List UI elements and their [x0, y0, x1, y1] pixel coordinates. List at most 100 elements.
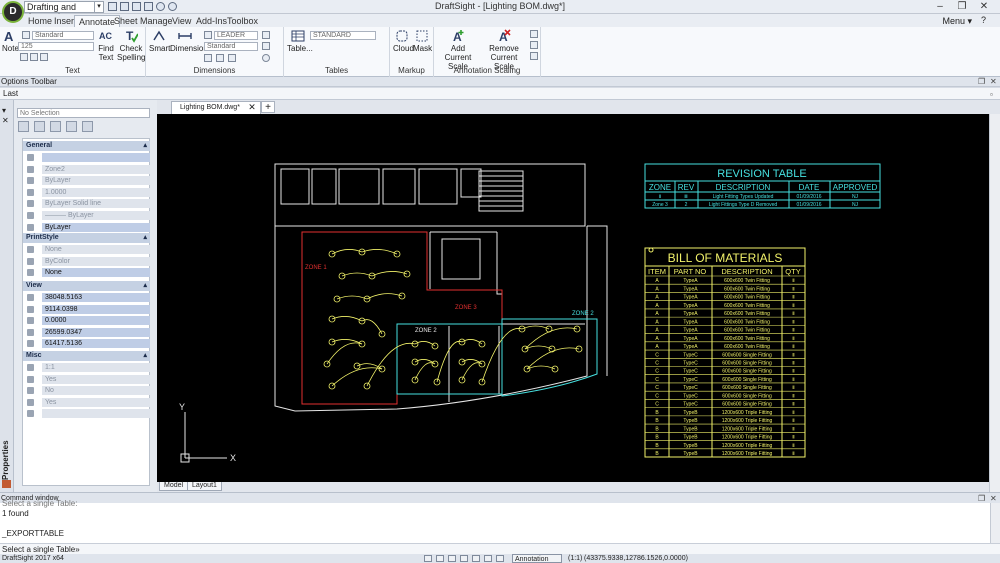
property-row[interactable]: 61417.5136	[23, 338, 150, 349]
selection-combo[interactable]: No Selection	[17, 108, 150, 118]
leader-icon[interactable]	[262, 31, 270, 39]
ribbon: A Note Standard 125 AC Find Text T Check…	[0, 27, 1000, 77]
property-row[interactable]: 26599.0347	[23, 327, 150, 338]
tab-toolbox[interactable]: Toolbox	[223, 15, 262, 27]
find-text-button[interactable]: AC Find Text	[96, 29, 116, 62]
esnap-icon[interactable]	[472, 555, 480, 562]
remove-current-scale-button[interactable]: A Remove Current Scale	[478, 29, 530, 71]
vertical-scrollbar[interactable]	[989, 114, 1000, 492]
section-general[interactable]: General ▴	[23, 141, 150, 151]
tab-layout1[interactable]: Layout1	[187, 482, 222, 491]
dimension-button[interactable]: Dimension	[170, 29, 208, 53]
property-row[interactable]: No	[23, 385, 150, 396]
filter-icon[interactable]	[66, 121, 77, 132]
ortho-icon[interactable]	[448, 555, 456, 562]
bold-icon[interactable]	[20, 53, 28, 61]
section-view[interactable]: View ▴	[23, 281, 150, 291]
property-row[interactable]: None	[23, 244, 150, 255]
property-row[interactable]: ——— ByLayer	[23, 210, 150, 221]
new-tab-icon[interactable]: +	[261, 101, 275, 113]
property-row[interactable]: ByLayer	[23, 175, 150, 186]
smart-dimension-button[interactable]: Smart	[149, 29, 170, 53]
help-icon[interactable]: ?	[981, 15, 986, 25]
toggle-pickadd-icon[interactable]	[18, 121, 29, 132]
bom-table[interactable]: BILL OF MATERIALS ITEM PART NO DESCRIPTI…	[644, 247, 806, 458]
property-row[interactable]: 38048.5163	[23, 292, 150, 303]
tab-model[interactable]: Model	[159, 482, 189, 491]
pin-icon[interactable]: ▾	[2, 106, 6, 115]
text-style-combo[interactable]: Standard	[32, 31, 94, 40]
property-row[interactable]: 0.0000	[23, 315, 150, 326]
quick-select-icon[interactable]	[50, 121, 61, 132]
property-row[interactable]: ByLayer Solid line	[23, 198, 150, 209]
scale-visibility-icon[interactable]	[530, 52, 538, 60]
command-prompt[interactable]: Select a single Table»	[0, 543, 1000, 554]
info-icon[interactable]	[82, 121, 93, 132]
mask-button[interactable]: Mask	[413, 29, 433, 53]
palette-close-icon[interactable]: ✕	[2, 116, 9, 125]
property-row[interactable]: ByLayer	[23, 222, 150, 233]
section-printstyle[interactable]: PrintStyle ▴	[23, 233, 150, 243]
minimize-icon[interactable]: –	[930, 0, 950, 13]
italic-icon[interactable]	[30, 53, 38, 61]
etrack-icon[interactable]	[484, 555, 492, 562]
close-options-icon[interactable]: ✕	[990, 77, 997, 87]
collapse-icon[interactable]: ▴	[143, 141, 147, 151]
table-grip-icon[interactable]	[648, 247, 654, 253]
select-objects-icon[interactable]	[34, 121, 45, 132]
property-row[interactable]: Yes	[23, 397, 150, 408]
property-row[interactable]: None	[23, 267, 150, 278]
center-mark-icon[interactable]	[204, 54, 212, 62]
continue-icon[interactable]	[228, 54, 236, 62]
revision-cell: Light Fitting Types Updated	[713, 194, 774, 200]
property-row[interactable]: 9114.0398	[23, 304, 150, 315]
annotation-dropdown[interactable]: Annotation	[512, 554, 562, 563]
polar-icon[interactable]	[460, 555, 468, 562]
scale-list-icon[interactable]	[530, 30, 538, 38]
center-icon[interactable]	[262, 54, 270, 62]
dimension-style-combo[interactable]: Standard	[204, 42, 258, 51]
note-button[interactable]: A Note	[2, 29, 19, 53]
menu-button[interactable]: Menu ▾	[942, 16, 972, 27]
revision-table[interactable]: REVISION TABLE ZONE REV DESCRIPTION DATE…	[644, 163, 881, 209]
leader-style-combo[interactable]: LEADER	[214, 31, 258, 40]
restore-icon[interactable]: ❐	[978, 77, 985, 87]
mask-label: Mask	[413, 44, 433, 53]
table-style-combo[interactable]: STANDARD	[310, 31, 376, 40]
property-row[interactable]: 1.0000	[23, 187, 150, 198]
property-row[interactable]	[23, 408, 150, 419]
property-row[interactable]	[23, 152, 150, 163]
ribbon-group-text: A Note Standard 125 AC Find Text T Check…	[0, 27, 146, 77]
property-row[interactable]: Zone2	[23, 164, 150, 175]
sync-scale-icon[interactable]	[530, 41, 538, 49]
text-group-label: Text	[65, 66, 80, 75]
check-spelling-button[interactable]: T Check Spelling	[117, 29, 145, 62]
baseline-icon[interactable]	[216, 54, 224, 62]
snap-icon[interactable]	[424, 555, 432, 562]
add-current-scale-button[interactable]: A Add Current Scale	[438, 29, 478, 71]
drawing-canvas[interactable]: ZONE 1 ZONE 2 ZONE 3 ZONE 2 Y X REVISION…	[157, 114, 989, 482]
cloud-button[interactable]: Cloud	[393, 29, 414, 53]
grid-icon[interactable]	[436, 555, 444, 562]
property-row[interactable]: ByColor	[23, 256, 150, 267]
collapse-icon[interactable]: ▴	[143, 233, 147, 243]
bom-cell: 600x600 Twin Fitting	[724, 286, 770, 292]
section-misc[interactable]: Misc ▴	[23, 351, 150, 361]
app-logo-icon[interactable]: D	[2, 1, 24, 23]
lineweight-icon[interactable]	[496, 555, 504, 562]
text-height-combo[interactable]: 125	[18, 42, 94, 51]
collapse-icon[interactable]: ▴	[143, 351, 147, 361]
command-history[interactable]: Select a single Table: 1 found _EXPORTTA…	[0, 499, 990, 543]
property-row[interactable]: 1:1	[23, 362, 150, 373]
tab-close-icon[interactable]: ✕	[245, 101, 259, 113]
bom-cell: Ⅱ	[792, 295, 794, 301]
command-scrollbar[interactable]	[990, 503, 1000, 543]
close-icon[interactable]: ✕	[974, 0, 994, 13]
maximize-icon[interactable]: ❐	[952, 0, 972, 13]
collapse-icon[interactable]: ▴	[143, 281, 147, 291]
table-button[interactable]: Table...	[287, 29, 313, 53]
underline-icon[interactable]	[40, 53, 48, 61]
tolerance-icon[interactable]	[262, 42, 270, 50]
properties-tab-label[interactable]: Properties	[1, 400, 13, 480]
property-row[interactable]: Yes	[23, 374, 150, 385]
